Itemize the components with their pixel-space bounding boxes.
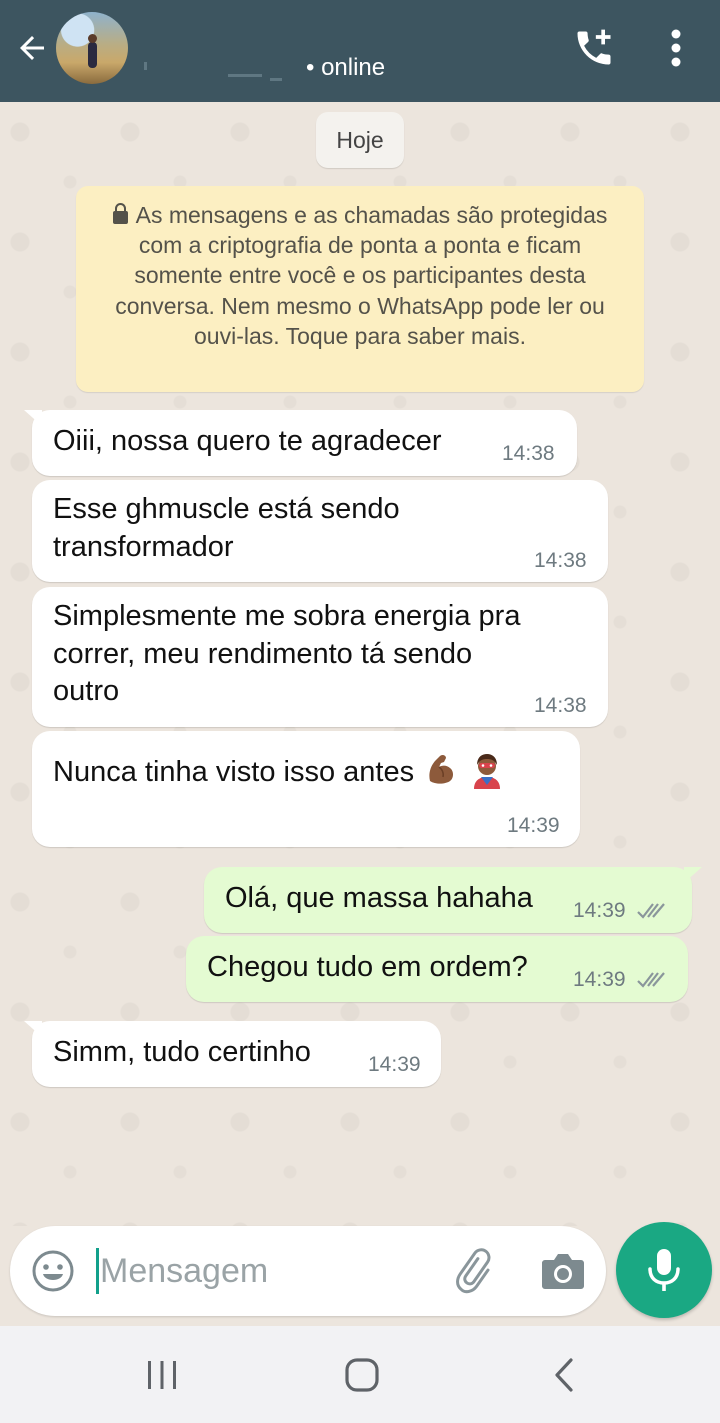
camera-icon: [542, 1254, 584, 1289]
emoji-button[interactable]: [28, 1246, 78, 1296]
message-bubble-incoming[interactable]: Oiii, nossa quero te agradecer 14:38: [24, 410, 577, 476]
encryption-notice-body: As mensagens e as chamadas são protegida…: [115, 202, 608, 349]
message-time: 14:38: [534, 694, 587, 717]
message-input[interactable]: [96, 1246, 440, 1296]
message-text: Nunca tinha visto isso antes: [53, 751, 506, 792]
recents-button[interactable]: [132, 1350, 192, 1400]
back-button[interactable]: [12, 28, 52, 68]
message-line: Nunca tinha visto isso antes: [53, 756, 415, 788]
encryption-notice[interactable]: As mensagens e as chamadas são protegida…: [76, 186, 644, 392]
home-icon: [345, 1358, 379, 1392]
message-time: 14:39: [507, 814, 560, 837]
message-text: Olá, que massa hahaha: [225, 880, 533, 918]
avatar-figure: [88, 34, 97, 68]
message-line: Olá, que massa hahaha: [225, 882, 533, 914]
attach-button[interactable]: [452, 1246, 502, 1296]
message-bubble-incoming[interactable]: Esse ghmuscle está sendo transformador 1…: [32, 480, 608, 582]
message-time: 14:39: [368, 1053, 421, 1076]
message-line: Esse ghmuscle está sendo: [53, 493, 400, 525]
message-line: Chegou tudo em ordem?: [207, 951, 528, 983]
message-line: Simplesmente me sobra energia pra: [53, 600, 521, 632]
more-vertical-icon: [671, 29, 681, 67]
encryption-notice-text: As mensagens e as chamadas são protegida…: [94, 200, 626, 351]
message-line: Oiii, nossa quero te agradecer: [53, 425, 442, 457]
read-receipt-icon: [637, 972, 665, 988]
more-options-button[interactable]: [656, 22, 696, 74]
message-line: transformador: [53, 530, 234, 563]
message-bubble-incoming[interactable]: Simplesmente me sobra energia pra correr…: [32, 587, 608, 727]
contact-avatar[interactable]: [56, 12, 128, 84]
superhero-emoji: [474, 754, 501, 789]
home-button[interactable]: [332, 1350, 392, 1400]
system-navigation-bar: [0, 1326, 720, 1423]
message-text: Simm, tudo certinho: [53, 1034, 311, 1072]
message-time: 14:38: [502, 442, 555, 465]
lock-icon: [112, 203, 128, 224]
microphone-icon: [648, 1249, 680, 1291]
recents-icon: [148, 1361, 176, 1389]
date-chip: Hoje: [316, 112, 404, 168]
back-chevron-icon: [555, 1358, 573, 1392]
contact-status: • online: [306, 54, 386, 81]
chat-header: • online: [0, 0, 720, 102]
camera-button[interactable]: [538, 1246, 588, 1296]
message-time: 14:38: [534, 549, 587, 572]
arrow-left-icon: [20, 36, 44, 60]
voice-message-button[interactable]: [616, 1222, 712, 1318]
message-text: Esse ghmuscle está sendo transformador: [53, 491, 400, 566]
message-time: 14:39: [573, 899, 626, 922]
system-back-button[interactable]: [534, 1350, 594, 1400]
message-text: Chegou tudo em ordem?: [207, 949, 528, 987]
message-line: Simm, tudo certinho: [53, 1036, 311, 1068]
message-bubble-incoming[interactable]: Simm, tudo certinho 14:39: [24, 1021, 441, 1087]
add-call-icon: [577, 29, 611, 65]
message-composer: [10, 1226, 606, 1316]
message-bubble-incoming[interactable]: Nunca tinha visto isso antes 14:39: [32, 731, 580, 847]
message-line: correr, meu rendimento tá sendo: [53, 637, 473, 670]
read-receipt-icon: [637, 903, 665, 919]
contact-name-redacted[interactable]: [140, 56, 300, 82]
add-call-button[interactable]: [568, 22, 620, 74]
message-text: Simplesmente me sobra energia pra correr…: [53, 598, 520, 711]
flexed-biceps-emoji: [429, 754, 454, 784]
message-bubble-outgoing[interactable]: Chegou tudo em ordem? 14:39: [186, 936, 688, 1002]
emoji-icon: [32, 1250, 74, 1292]
message-text: Oiii, nossa quero te agradecer: [53, 423, 442, 461]
message-time: 14:39: [573, 968, 626, 991]
message-line: outro: [53, 675, 120, 707]
paperclip-icon: [456, 1248, 491, 1294]
message-bubble-outgoing[interactable]: Olá, que massa hahaha 14:39: [204, 867, 702, 933]
